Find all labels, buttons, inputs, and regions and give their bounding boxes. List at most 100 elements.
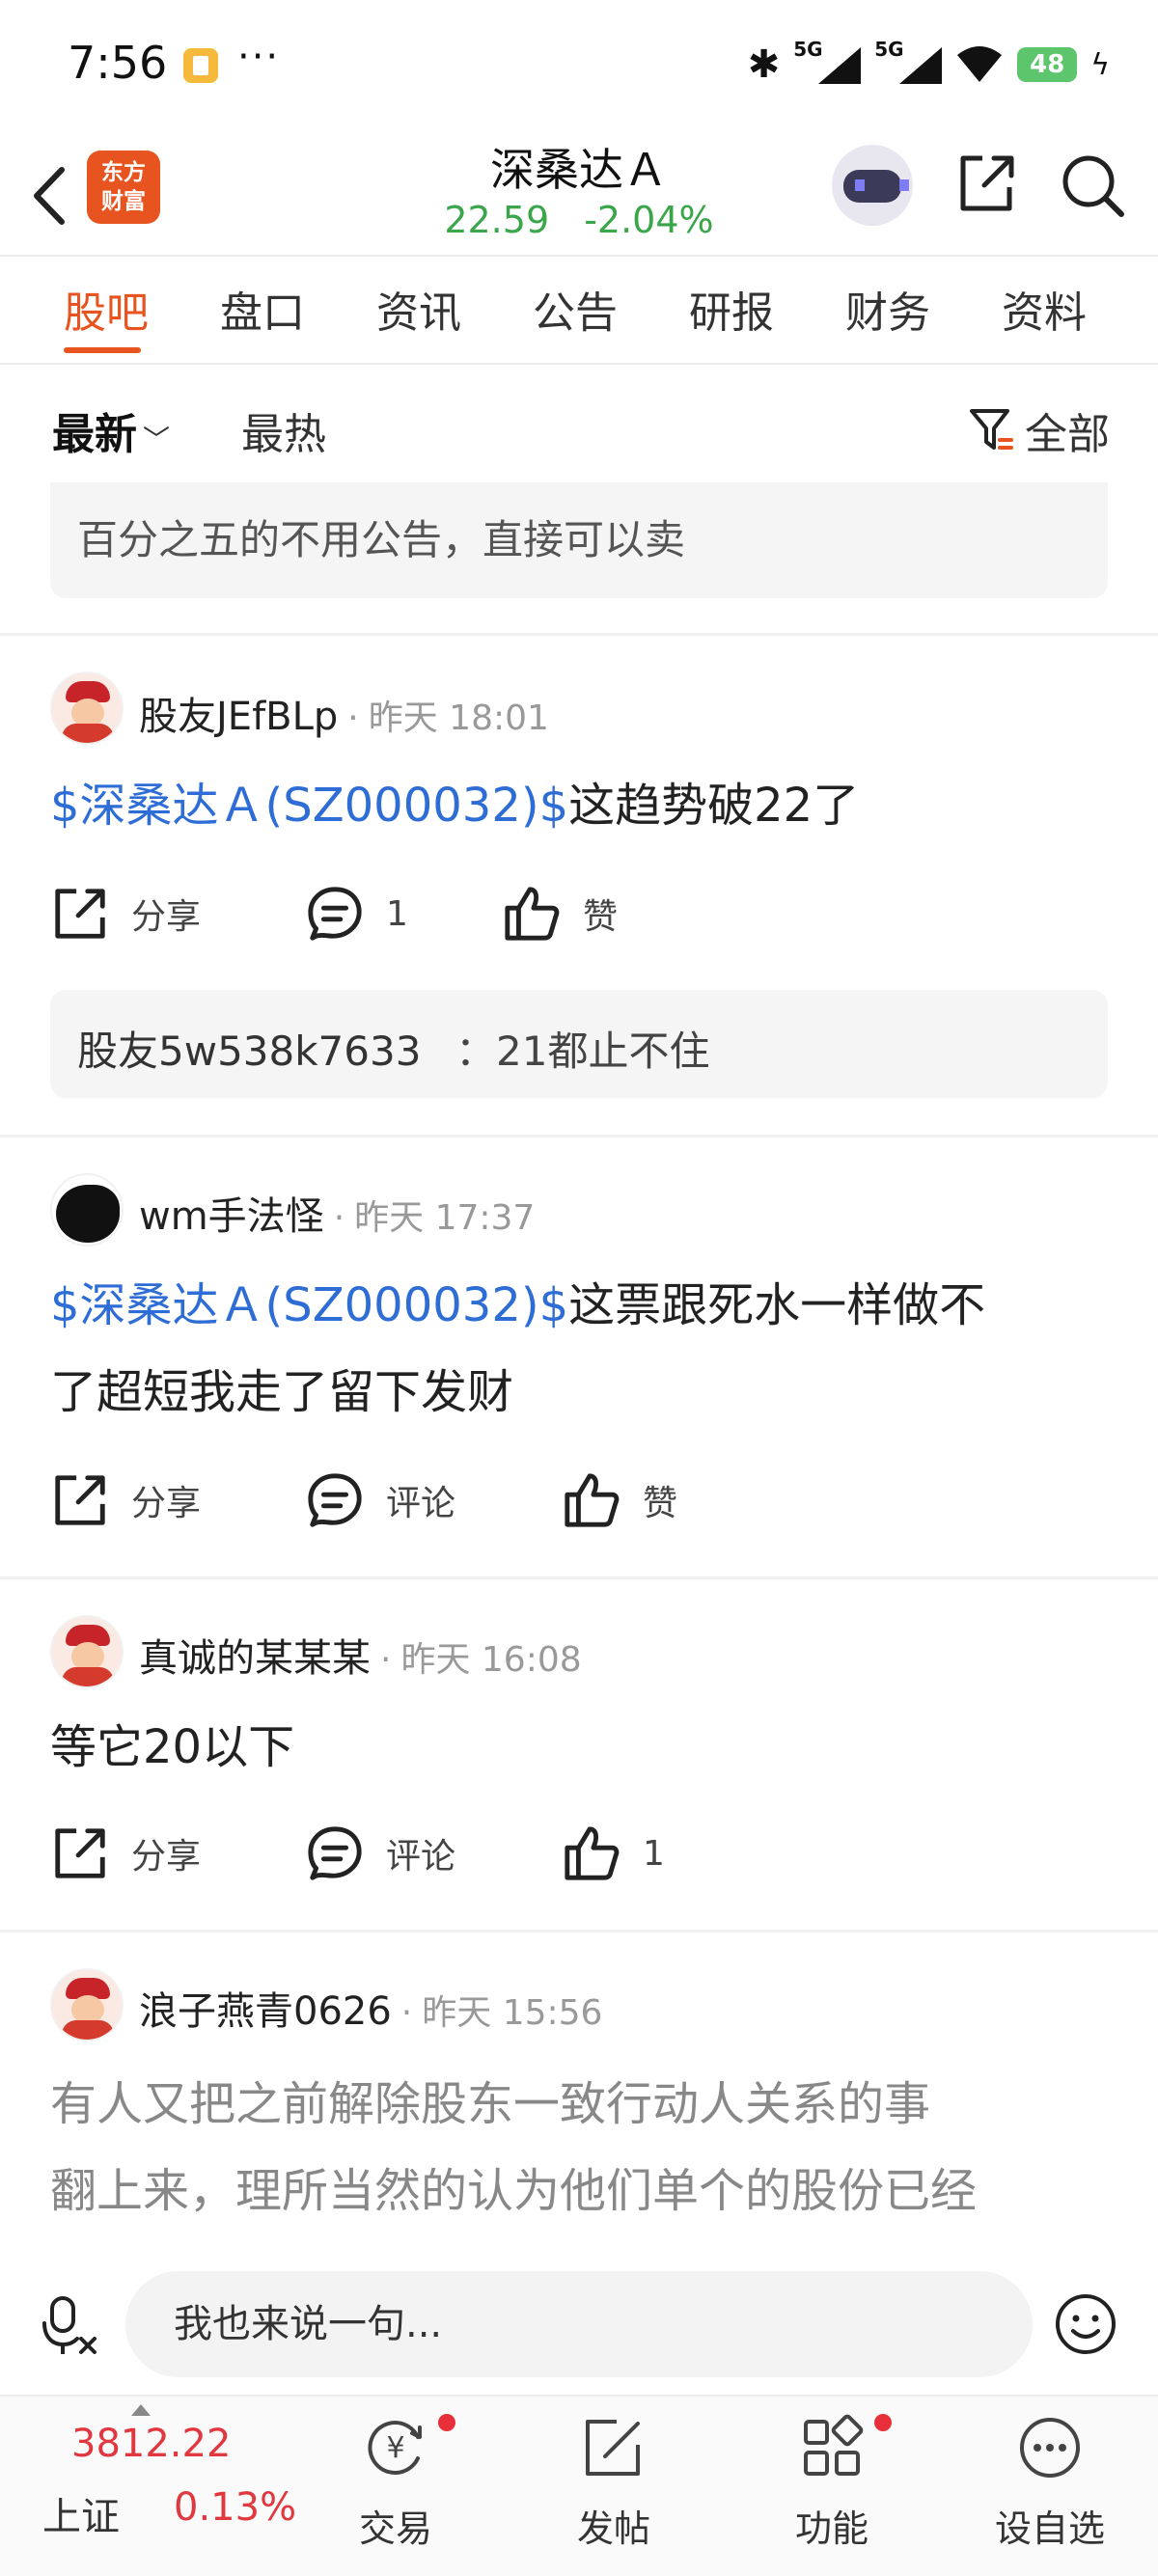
share-icon[interactable] xyxy=(955,152,1017,214)
voice-input-icon[interactable] xyxy=(39,2294,100,2356)
emoji-icon[interactable] xyxy=(1054,2292,1117,2356)
comment-icon xyxy=(308,887,362,941)
comment-input[interactable] xyxy=(125,2271,1033,2377)
nav-post[interactable]: 发帖 xyxy=(546,2414,681,2552)
like-button[interactable]: 赞 xyxy=(502,884,618,944)
post-time: 昨天 16:08 xyxy=(400,1640,582,1680)
top-reply-box[interactable]: 股友5w538k7633 ：21都止不住 xyxy=(50,990,1108,1098)
comment-button[interactable]: 1 xyxy=(305,884,408,944)
nav-add-watchlist[interactable]: 设自选 xyxy=(982,2414,1117,2552)
sort-hot[interactable]: 最热 xyxy=(241,399,326,461)
stock-header: 东方 财富 深桑达Ａ 22.59 -2.04% xyxy=(0,135,1158,260)
notification-app-icon xyxy=(183,48,218,83)
tab-guba[interactable]: 股吧 xyxy=(64,278,149,340)
share-icon xyxy=(55,1475,105,1525)
charging-icon: ϟ xyxy=(1090,47,1110,82)
post-time: 昨天 17:37 xyxy=(354,1198,536,1238)
sort-latest-dropdown[interactable]: 最新 ﹀ xyxy=(52,399,170,461)
active-tab-indicator xyxy=(64,347,141,353)
tab-research[interactable]: 研报 xyxy=(689,278,774,340)
avatar[interactable] xyxy=(50,1615,124,1688)
status-icons: ✱ 5G 5G 48 ϟ xyxy=(747,38,1110,89)
avatar[interactable] xyxy=(50,671,124,745)
more-circle-icon xyxy=(1020,2418,1080,2478)
status-bar: 7:56 ··· ✱ 5G 5G 48 ϟ xyxy=(0,0,1158,125)
functions-notification-dot xyxy=(874,2414,892,2431)
ai-assistant-icon[interactable] xyxy=(832,145,913,226)
post-author[interactable]: wm手法怪 · 昨天 17:37 xyxy=(139,1185,535,1241)
share-button[interactable]: 分享 xyxy=(50,1823,201,1883)
trade-icon: ¥ xyxy=(368,2421,422,2475)
filter-all-button[interactable]: 全部 xyxy=(969,399,1110,461)
sort-filter-bar: 最新 ﹀ 最热 全部 xyxy=(0,386,1158,473)
stock-change: -2.04% xyxy=(584,199,714,241)
tab-profile[interactable]: 资料 xyxy=(1002,278,1087,340)
bluetooth-icon: ✱ xyxy=(747,42,781,87)
tab-news[interactable]: 资讯 xyxy=(376,278,461,340)
nav-trade[interactable]: ¥ 交易 xyxy=(328,2414,463,2552)
quoted-reply-box[interactable]: 百分之五的不用公告，直接可以卖 xyxy=(50,482,1108,598)
post-content[interactable]: $深桑达Ａ(SZ000032)$这票跟死水一样做不 了超短我走了留下发财 xyxy=(50,1262,1112,1436)
like-button[interactable]: 赞 xyxy=(562,1470,677,1530)
post-divider xyxy=(0,633,1158,636)
more-notifications-icon: ··· xyxy=(237,35,281,79)
wifi-icon xyxy=(957,46,1003,82)
share-icon xyxy=(55,1828,105,1878)
comment-icon xyxy=(308,1473,362,1527)
post-author[interactable]: 真诚的某某某 · 昨天 16:08 xyxy=(139,1627,582,1683)
like-button[interactable]: 1 xyxy=(562,1823,665,1883)
stock-tabs: 股吧 盘口 资讯 公告 研报 财务 资料 xyxy=(0,270,1158,357)
quoted-reply-text: 百分之五的不用公告，直接可以卖 xyxy=(77,516,686,563)
post-content[interactable]: 等它20以下 xyxy=(50,1704,1112,1791)
share-icon xyxy=(55,889,105,939)
tab-finance[interactable]: 财务 xyxy=(845,278,930,340)
post-content[interactable]: $深桑达Ａ(SZ000032)$这趋势破22了 xyxy=(50,762,1112,849)
search-icon[interactable] xyxy=(1060,152,1127,220)
post-divider xyxy=(0,1930,1158,1932)
share-button[interactable]: 分享 xyxy=(50,1470,201,1530)
reply-author[interactable]: 股友5w538k7633 xyxy=(77,1019,421,1078)
thumbs-up-icon xyxy=(565,1826,620,1880)
grid-apps-icon xyxy=(804,2414,864,2476)
index-up-indicator-icon xyxy=(131,2404,151,2416)
stock-mention-link: $深桑达Ａ(SZ000032)$ xyxy=(50,779,569,833)
filter-all-label: 全部 xyxy=(1025,410,1110,459)
status-time: 7:56 xyxy=(68,37,168,89)
share-button[interactable]: 分享 xyxy=(50,884,201,944)
thumbs-up-icon xyxy=(505,887,560,941)
bottom-nav: 3812.22 上证 0.13% ¥ 交易 发帖 功能 设自选 xyxy=(0,2395,1158,2576)
tab-announcements[interactable]: 公告 xyxy=(533,278,618,340)
header-divider xyxy=(0,255,1158,257)
stock-mention-link: $深桑达Ａ(SZ000032)$ xyxy=(50,1278,569,1332)
comment-button[interactable]: 评论 xyxy=(305,1823,455,1883)
comment-icon xyxy=(308,1826,362,1880)
reply-text: ：21都止不住 xyxy=(455,1028,710,1075)
post-time: 昨天 18:01 xyxy=(368,699,549,738)
stock-price: 22.59 xyxy=(444,199,550,241)
filter-icon xyxy=(970,409,1013,450)
avatar[interactable] xyxy=(50,1968,124,2042)
battery-icon: 48 xyxy=(1017,47,1078,82)
post-feed[interactable]: 百分之五的不用公告，直接可以卖 股友JEfBLp · 昨天 18:01 $深桑达Ａ(… xyxy=(0,482,1158,2258)
post-author[interactable]: 股友JEfBLp · 昨天 18:01 xyxy=(139,685,549,741)
svg-text:¥: ¥ xyxy=(386,2431,404,2465)
trade-notification-dot xyxy=(438,2414,455,2431)
index-change: 0.13% xyxy=(174,2485,297,2530)
avatar[interactable] xyxy=(50,1173,124,1247)
comment-input-bar xyxy=(0,2258,1158,2393)
comment-button[interactable]: 评论 xyxy=(305,1470,455,1530)
tab-pankou[interactable]: 盘口 xyxy=(220,278,305,340)
post-divider xyxy=(0,1576,1158,1579)
index-value: 3812.22 xyxy=(71,2422,232,2466)
thumbs-up-icon xyxy=(565,1473,620,1527)
post-divider xyxy=(0,1135,1158,1137)
compose-icon xyxy=(586,2420,640,2476)
nav-functions[interactable]: 功能 xyxy=(764,2414,899,2552)
signal-icon-2: 5G xyxy=(874,38,943,86)
post-content[interactable]: 有人又把之前解除股东一致行动人关系的事 翻上来，理所当然的认为他们单个的股份已经 xyxy=(50,2061,1112,2234)
signal-icon-1: 5G xyxy=(793,38,862,86)
post-author[interactable]: 浪子燕青0626 · 昨天 15:56 xyxy=(139,1980,602,2036)
tabs-divider xyxy=(0,363,1158,365)
chevron-down-icon: ﹀ xyxy=(143,424,171,455)
post-time: 昨天 15:56 xyxy=(422,1993,603,2033)
